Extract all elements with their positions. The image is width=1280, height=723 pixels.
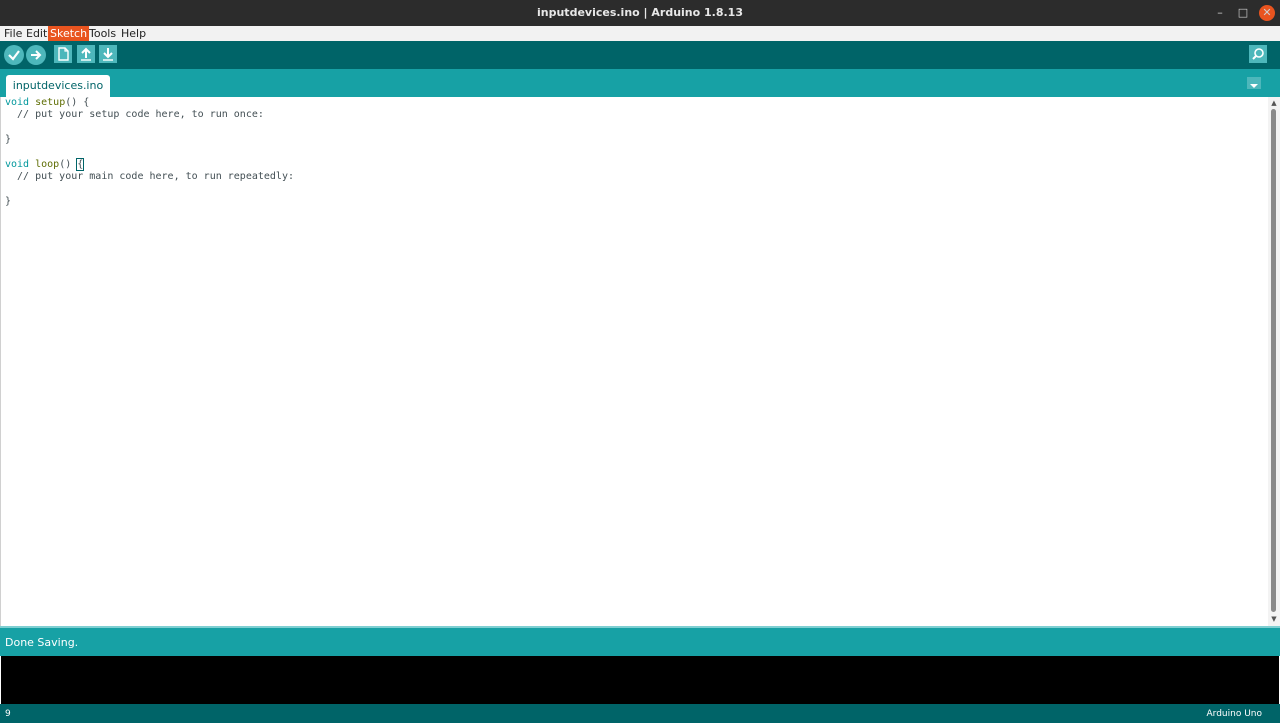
menu-sketch[interactable]: Sketch xyxy=(48,26,90,41)
window-title: inputdevices.ino | Arduino 1.8.13 xyxy=(537,6,743,19)
function-loop: loop xyxy=(35,159,60,171)
keyword-void: void xyxy=(5,159,30,171)
status-message: Done Saving. xyxy=(5,636,79,649)
code-text[interactable]: void setup() { // put your setup code he… xyxy=(5,97,294,209)
function-setup: setup xyxy=(35,97,66,108)
code-line-5: ​ xyxy=(5,147,294,159)
tab-inputdevices[interactable]: inputdevices.ino xyxy=(6,75,110,97)
code-editor[interactable]: void setup() { // put your setup code he… xyxy=(0,97,1269,626)
menu-file[interactable]: File xyxy=(2,26,24,41)
console-output[interactable] xyxy=(1,656,1279,704)
scroll-up-arrow-icon[interactable]: ▲ xyxy=(1269,99,1279,107)
title-bar: inputdevices.ino | Arduino 1.8.13 – □ ✕ xyxy=(0,0,1280,26)
line-number: 9 xyxy=(5,709,11,719)
code-line-3: ​ xyxy=(5,122,294,134)
maximize-button[interactable]: □ xyxy=(1235,5,1251,21)
chevron-down-icon xyxy=(1250,84,1258,88)
status-bar: Done Saving. xyxy=(0,626,1280,656)
minimize-button[interactable]: – xyxy=(1212,5,1228,21)
open-button[interactable] xyxy=(77,45,95,63)
keyword-void: void xyxy=(5,97,30,108)
code-line-4: } xyxy=(5,134,12,146)
menu-bar: File Edit Sketch Tools Help xyxy=(0,26,1280,41)
serial-monitor-button[interactable] xyxy=(1249,45,1267,63)
code-line-6: void loop() { xyxy=(5,158,85,172)
code-line-9: } xyxy=(5,196,12,208)
tab-strip: inputdevices.ino xyxy=(0,69,1280,97)
arrow-down-icon xyxy=(103,48,113,61)
tab-menu-button[interactable] xyxy=(1247,77,1261,89)
arrow-up-icon xyxy=(81,47,91,61)
scroll-thumb[interactable] xyxy=(1271,109,1276,612)
verify-button[interactable] xyxy=(4,45,24,65)
menu-help[interactable]: Help xyxy=(119,26,148,41)
menu-edit[interactable]: Edit xyxy=(24,26,49,41)
code-line-2: // put your setup code here, to run once… xyxy=(5,109,264,121)
save-button[interactable] xyxy=(99,45,117,63)
footer-bar: 9 Arduino Uno xyxy=(0,704,1280,723)
code-line-8: ​ xyxy=(5,184,294,196)
toolbar xyxy=(0,41,1280,69)
magnifier-icon xyxy=(1252,48,1264,60)
checkmark-icon xyxy=(8,50,20,61)
close-button[interactable]: ✕ xyxy=(1259,5,1275,21)
menu-tools[interactable]: Tools xyxy=(87,26,118,41)
matched-brace: { xyxy=(76,158,85,172)
board-name: Arduino Uno xyxy=(1206,709,1263,719)
code-line-1: void setup() { xyxy=(5,97,90,108)
new-button[interactable] xyxy=(54,45,72,63)
arrow-right-icon xyxy=(31,50,42,60)
scroll-down-arrow-icon[interactable]: ▼ xyxy=(1269,615,1279,623)
code-line-7: // put your main code here, to run repea… xyxy=(5,171,294,183)
upload-button[interactable] xyxy=(26,45,46,65)
document-icon xyxy=(58,47,69,61)
editor-scrollbar[interactable]: ▲ ▼ xyxy=(1268,97,1280,626)
